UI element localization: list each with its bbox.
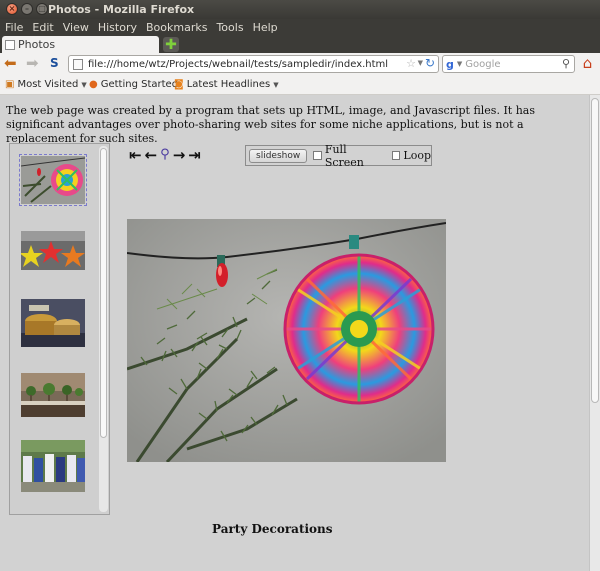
navigation-toolbar: ⬅ ➡ S file:///home/wtz/Projects/webnail/…: [0, 53, 600, 75]
slideshow-controls: slideshow Full Screen Loop: [245, 142, 432, 169]
google-engine-icon[interactable]: g: [446, 58, 454, 71]
photo-caption: Party Decorations: [212, 522, 333, 536]
close-window-icon[interactable]: ×: [6, 3, 18, 15]
bookmark-latest-headlines[interactable]: ◙ Latest Headlines ▼: [174, 79, 279, 90]
url-text[interactable]: file:///home/wtz/Projects/webnail/tests/…: [88, 59, 388, 70]
bookmarks-icon: ▣: [5, 78, 15, 90]
search-box[interactable]: g ▼ Google ⚲: [442, 55, 575, 73]
engine-dropdown-icon[interactable]: ▼: [457, 60, 462, 68]
tab-label: Photos: [18, 38, 56, 51]
menu-view[interactable]: View: [63, 21, 89, 34]
main-photo[interactable]: [127, 219, 446, 462]
window-title: Photos - Mozilla Firefox: [48, 3, 195, 16]
tab-strip: Photos ✚: [0, 36, 600, 53]
zoom-icon[interactable]: ⚲: [160, 147, 170, 163]
first-photo-button[interactable]: ⇤: [129, 147, 142, 163]
url-history-dropdown-icon[interactable]: ▼: [418, 59, 423, 67]
last-photo-button[interactable]: ⇥: [188, 147, 201, 163]
next-photo-button[interactable]: →: [173, 147, 186, 163]
intro-text: The web page was created by a program th…: [6, 104, 535, 145]
home-icon[interactable]: ⌂: [579, 55, 596, 72]
bookmark-label: Getting Started: [100, 79, 179, 90]
firefox-icon: ●: [89, 78, 98, 90]
reload-icon[interactable]: ↻: [425, 56, 435, 70]
menu-history[interactable]: History: [98, 21, 137, 34]
menu-bookmarks[interactable]: Bookmarks: [146, 21, 207, 34]
search-placeholder: Google: [465, 58, 501, 70]
loop-checkbox[interactable]: [391, 151, 401, 160]
loop-label: Loop: [403, 149, 431, 162]
thumbnail-scrollbar-thumb[interactable]: [100, 148, 107, 438]
thumb-plants[interactable]: [21, 373, 85, 417]
bookmark-star-icon[interactable]: ☆: [406, 57, 416, 70]
fullscreen-label: Full Screen: [324, 142, 364, 169]
navigation-controls: ⇤ ← ⚲ → ⇥: [129, 147, 201, 163]
bookmark-most-visited[interactable]: ▣ Most Visited ▼: [5, 79, 87, 90]
thumb-crowd[interactable]: [21, 440, 85, 492]
forward-arrow-icon[interactable]: ➡: [26, 55, 39, 72]
thumb-lantern[interactable]: [19, 154, 87, 206]
thumbnail-panel[interactable]: [9, 143, 110, 515]
menu-tools[interactable]: Tools: [216, 21, 243, 34]
slideshow-button[interactable]: slideshow: [249, 148, 308, 163]
bookmarks-toolbar: ▣ Most Visited ▼ ● Getting Started ◙ Lat…: [0, 75, 600, 95]
menu-help[interactable]: Help: [253, 21, 278, 34]
thumbnail-scrollbar[interactable]: [99, 146, 108, 512]
minimize-window-icon[interactable]: –: [21, 3, 33, 15]
url-bar[interactable]: file:///home/wtz/Projects/webnail/tests/…: [68, 55, 439, 73]
search-icon[interactable]: ⚲: [562, 57, 570, 70]
page-icon: [5, 39, 15, 50]
chevron-down-icon: ▼: [273, 80, 279, 89]
site-identity-icon[interactable]: S: [50, 55, 59, 72]
back-arrow-icon[interactable]: ⬅: [4, 55, 17, 72]
menu-edit[interactable]: Edit: [32, 21, 53, 34]
bookmark-label: Most Visited: [17, 79, 79, 90]
tab-photos[interactable]: Photos: [2, 36, 159, 53]
page-scrollbar[interactable]: [589, 95, 600, 571]
page-content: The web page was created by a program th…: [0, 95, 589, 571]
window-title-bar: × – □ Photos - Mozilla Firefox: [0, 0, 600, 19]
rss-icon: ◙: [174, 78, 184, 90]
maximize-window-icon[interactable]: □: [36, 3, 48, 15]
previous-photo-button[interactable]: ←: [145, 147, 158, 163]
menu-file[interactable]: File: [5, 21, 23, 34]
new-tab-button[interactable]: ✚: [163, 37, 179, 52]
thumb-pots[interactable]: [21, 299, 85, 347]
thumb-stars[interactable]: [21, 231, 85, 270]
menu-bar: File Edit View History Bookmarks Tools H…: [0, 19, 600, 36]
bookmark-label: Latest Headlines: [186, 79, 271, 90]
chevron-down-icon: ▼: [81, 80, 87, 89]
fullscreen-checkbox[interactable]: [313, 151, 322, 160]
bookmark-getting-started[interactable]: ● Getting Started: [89, 79, 178, 90]
page-icon: [73, 58, 83, 70]
page-scrollbar-thumb[interactable]: [591, 98, 599, 403]
